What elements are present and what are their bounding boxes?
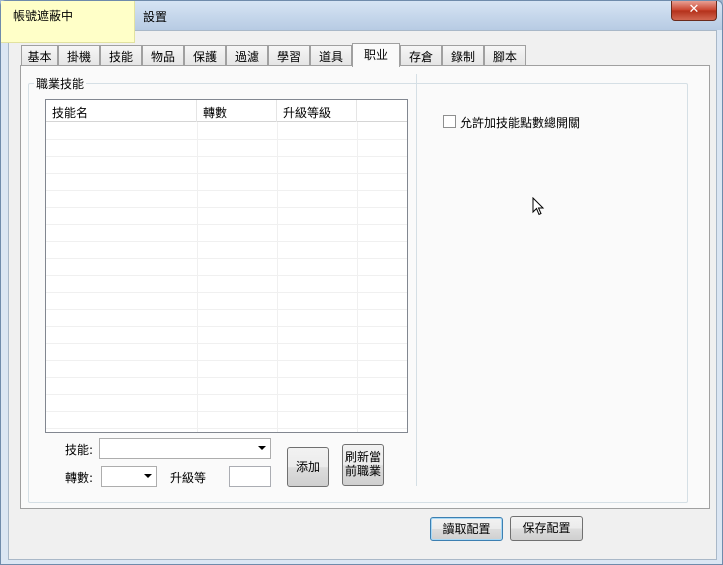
allow-skill-points-checkbox[interactable] [443,115,456,128]
allow-skill-points-label: 允許加技能點數總開關 [460,116,581,130]
read-config-button[interactable]: 讀取配置 [430,517,503,541]
grid-row-line [46,156,407,157]
tab-label: 存倉 [408,50,433,64]
grid-row-line [46,326,407,327]
client-area: 基本 掛機 技能 物品 保護 過濾 學習 道具 职业 存倉 錄制 腳本 職業技能… [8,30,717,560]
turn-label: 轉數: [65,471,94,485]
tab-basic[interactable]: 基本 [21,45,58,66]
grid-row-line [46,411,407,412]
tab-label: 過濾 [234,50,259,64]
tab-filter[interactable]: 過濾 [226,45,268,66]
tab-profession[interactable]: 职业 [352,43,400,67]
column-skill-name[interactable]: 技能名 [46,100,197,122]
read-config-label: 讀取配置 [442,522,491,536]
grid-row-line [46,292,407,293]
skill-list-header: 技能名 轉數 升級等級 [46,100,407,122]
grid-row-line [46,394,407,395]
grid-row-line [46,241,407,242]
account-mask-note: 帳號遮蔽中 [1,1,135,43]
grid-row-line [46,224,407,225]
close-icon: ✕ [688,2,700,17]
skill-list[interactable]: 技能名 轉數 升級等級 [45,99,408,433]
tab-label: 物品 [150,50,175,64]
profession-tab-panel: 職業技能 技能名 轉數 升級等級 技能: 轉數: 升級等 添加 刷新當 前職業 [20,65,710,509]
grid-column-line [277,122,278,432]
column-label: 技能名 [52,106,89,120]
tab-items[interactable]: 物品 [142,45,184,66]
refresh-profession-button[interactable]: 刷新當 前職業 [342,444,384,486]
column-label: 轉數 [203,106,228,120]
tab-label: 保護 [192,50,217,64]
tab-props[interactable]: 道具 [310,45,352,66]
close-button[interactable]: ✕ [671,1,717,21]
grid-row-line [46,309,407,310]
account-mask-text: 帳號遮蔽中 [13,9,74,23]
tab-record[interactable]: 錄制 [442,45,484,66]
window-title: 設置 [143,10,168,24]
tab-label: 學習 [276,50,301,64]
tab-label: 职业 [363,48,388,62]
tab-label: 道具 [318,50,343,64]
mouse-cursor-icon [532,197,545,216]
column-upgrade-level[interactable]: 升級等級 [277,100,357,122]
tab-label: 腳本 [492,50,517,64]
refresh-button-label-line1: 刷新當 [344,450,381,464]
tab-label: 基本 [27,50,52,64]
column-label: 升級等級 [283,106,332,120]
grid-row-line [46,139,407,140]
save-config-label: 保存配置 [522,521,571,535]
save-config-button[interactable]: 保存配置 [510,516,583,541]
turn-select[interactable] [101,466,157,487]
grid-row-line [46,428,407,429]
grid-row-line [46,377,407,378]
upgrade-level-input[interactable] [229,466,271,487]
tab-label: 掛機 [66,50,91,64]
grid-row-line [46,207,407,208]
skill-select[interactable] [99,438,271,459]
column-turns[interactable]: 轉數 [197,100,277,122]
grid-row-line [46,258,407,259]
grid-row-line [46,275,407,276]
grid-row-line [46,360,407,361]
settings-window: 設置 ✕ 帳號遮蔽中 基本 掛機 技能 物品 保護 過濾 學習 道具 职业 存倉… [0,0,723,565]
refresh-button-label-line2: 前職業 [344,464,381,478]
add-skill-button[interactable]: 添加 [287,447,329,487]
tab-label: 錄制 [450,50,475,64]
tab-script[interactable]: 腳本 [484,45,526,66]
tab-skills[interactable]: 技能 [100,45,142,66]
tab-label: 技能 [108,50,133,64]
add-button-label: 添加 [295,460,320,474]
upgrade-label: 升級等 [170,471,207,485]
tab-afk[interactable]: 掛機 [58,45,100,66]
tab-protection[interactable]: 保護 [184,45,226,66]
tab-learning[interactable]: 學習 [268,45,310,66]
grid-row-line [46,173,407,174]
chevron-down-icon [258,446,266,450]
grid-column-line [197,122,198,432]
grid-row-line [46,343,407,344]
tab-storage[interactable]: 存倉 [400,45,442,66]
panel-divider [416,74,417,486]
grid-column-line [357,122,358,432]
group-title: 職業技能 [34,75,87,92]
chevron-down-icon [144,474,152,478]
skill-label: 技能: [65,443,94,457]
grid-row-line [46,190,407,191]
